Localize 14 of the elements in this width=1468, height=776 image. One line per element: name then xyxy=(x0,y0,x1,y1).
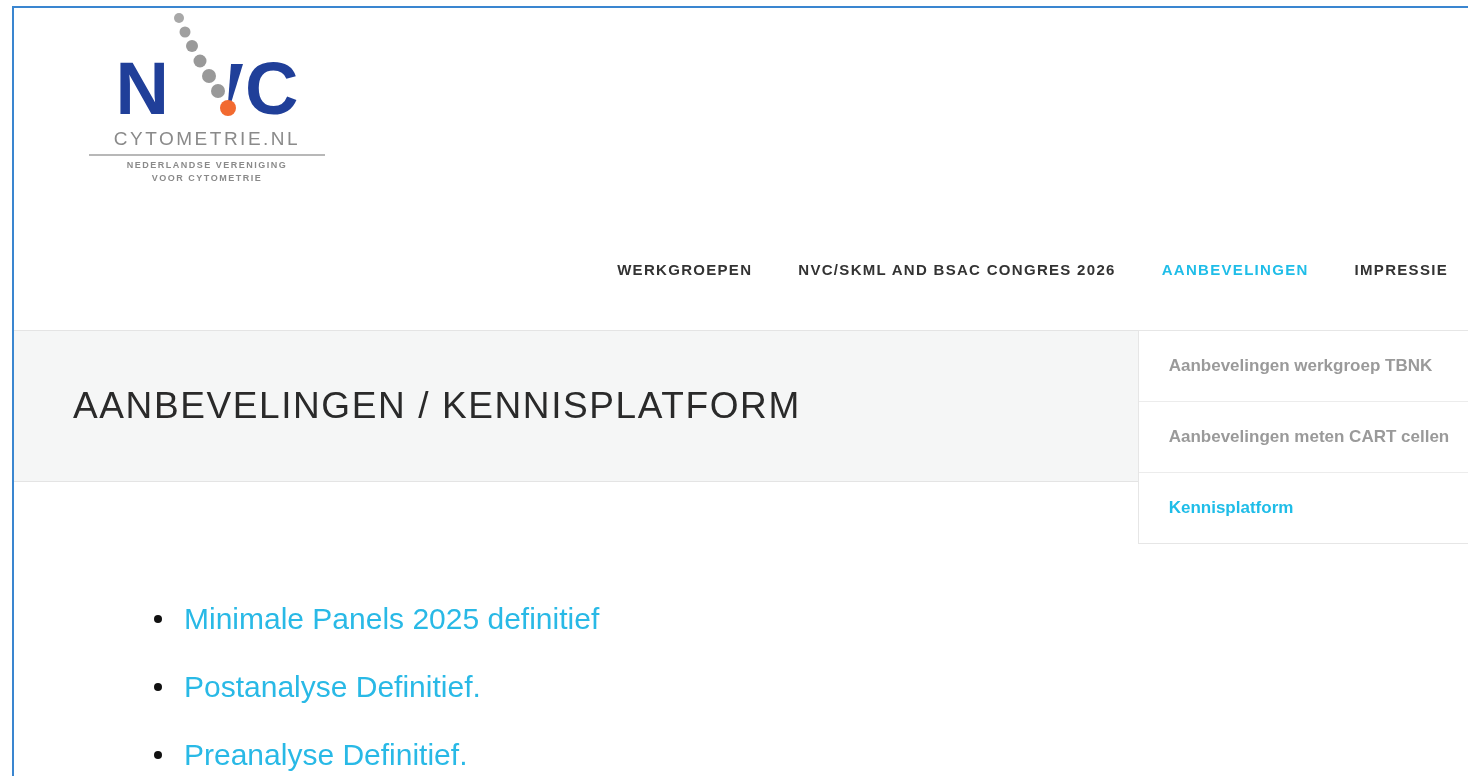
page-title: AANBEVELINGEN / KENNISPLATFORM xyxy=(73,385,801,427)
menu-item[interactable]: Kennisplatform xyxy=(1138,472,1468,543)
bullet-icon xyxy=(154,683,162,691)
bullet-icon xyxy=(154,751,162,759)
document-link[interactable]: Postanalyse Definitief. xyxy=(184,670,481,704)
nav-link[interactable]: IMPRESSIE xyxy=(1354,260,1448,278)
bullet-icon xyxy=(154,615,162,623)
nav-link[interactable]: AANBEVELINGEN xyxy=(1161,260,1309,278)
site-logo[interactable]: N C CYTOMETRIE.NL NEDERLANDSE VERENIGING VOOR CYTOMETRIE xyxy=(87,8,327,185)
document-link[interactable]: Minimale Panels 2025 definitief xyxy=(184,602,600,636)
document-link[interactable]: Preanalyse Definitief. xyxy=(184,738,468,772)
nav-link[interactable]: WERKGROEPEN xyxy=(617,260,753,278)
menu-item[interactable]: Aanbevelingen werkgroep TBNK xyxy=(1138,331,1468,401)
nav-link[interactable]: NVC/SKML AND BSAC CONGRES 2026 xyxy=(798,260,1116,278)
